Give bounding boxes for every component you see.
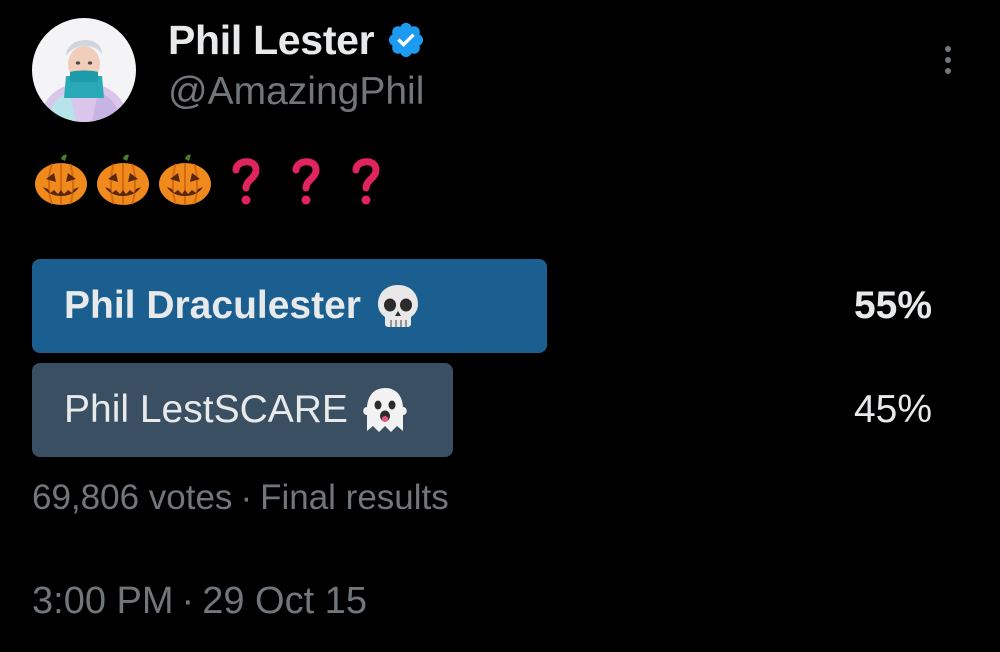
poll-option-percent: 45% (853, 388, 932, 431)
poll-meta: 69,806 votes · Final results (32, 478, 449, 518)
ghost-icon (363, 388, 407, 432)
poll-status: Final results (260, 478, 449, 517)
jack-o-lantern-icon (97, 154, 149, 205)
author-display-name[interactable]: Phil Lester (168, 17, 375, 64)
author-name-row[interactable]: Phil Lester (168, 14, 426, 66)
poll-option-label: Phil LestSCARE (64, 363, 408, 457)
poll-option-percent: 55% (853, 284, 932, 327)
more-dot-icon (945, 68, 951, 74)
red-question-mark-icon (232, 158, 260, 205)
poll-option-2[interactable]: Phil LestSCARE 45% (32, 363, 932, 457)
timestamp-separator: · (181, 580, 195, 622)
poll-option-text: Phil LestSCARE (64, 388, 348, 431)
tweet-date: 29 Oct 15 (202, 580, 367, 622)
avatar-image (32, 18, 136, 122)
tweet: Phil Lester @AmazingPhil 🎃🎃🎃❓❓❓ (0, 0, 1000, 652)
tweet-timestamp[interactable]: 3:00 PM · 29 Oct 15 (32, 580, 367, 623)
avatar[interactable] (32, 18, 136, 122)
jack-o-lantern-icon (159, 154, 211, 205)
tweet-text: 🎃🎃🎃❓❓❓ (32, 150, 394, 210)
verified-badge-icon (389, 22, 424, 58)
author-handle[interactable]: @AmazingPhil (168, 70, 424, 114)
poll-option-1[interactable]: Phil Draculester 55% (32, 259, 932, 353)
tweet-time: 3:00 PM (32, 580, 174, 622)
more-dot-icon (945, 46, 951, 52)
red-question-mark-icon (352, 158, 380, 205)
red-question-mark-icon (292, 158, 320, 205)
poll-option-label: Phil Draculester (64, 259, 421, 353)
poll-vote-count: 69,806 votes (32, 478, 233, 517)
jack-o-lantern-icon (35, 154, 87, 205)
skull-icon (377, 285, 418, 327)
more-dot-icon (945, 57, 951, 63)
poll-option-text: Phil Draculester (64, 284, 361, 327)
poll-meta-separator: · (240, 478, 253, 517)
more-options-button[interactable] (932, 40, 964, 80)
